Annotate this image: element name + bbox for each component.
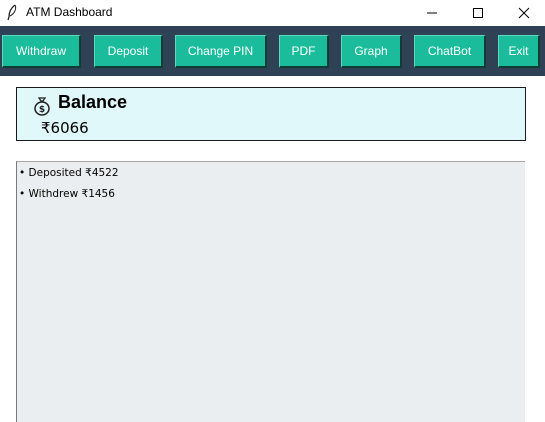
minimize-button[interactable] — [409, 0, 455, 26]
list-item: • Deposited ₹4522 — [19, 167, 119, 179]
toolbar: Withdraw Deposit Change PIN PDF Graph Ch… — [0, 26, 545, 76]
feather-icon — [7, 4, 17, 21]
pdf-button[interactable]: PDF — [279, 35, 329, 68]
balance-title: Balance — [58, 92, 128, 112]
graph-button[interactable]: Graph — [341, 35, 402, 68]
exit-button[interactable]: Exit — [498, 35, 540, 68]
transaction-history-list[interactable]: • Deposited ₹4522 • Withdrew ₹1456 — [16, 161, 525, 422]
minimize-icon — [427, 12, 437, 14]
maximize-icon — [473, 8, 483, 18]
chatbot-button[interactable]: ChatBot — [414, 35, 486, 68]
close-button[interactable] — [501, 0, 545, 26]
window-title: ATM Dashboard — [26, 5, 113, 19]
balance-amount: ₹6066 — [41, 119, 89, 137]
withdraw-button[interactable]: Withdraw — [2, 35, 81, 68]
list-item: • Withdrew ₹1456 — [19, 188, 115, 200]
title-bar: ATM Dashboard — [0, 0, 545, 26]
money-bag-icon: $ — [34, 97, 50, 116]
change-pin-button[interactable]: Change PIN — [175, 35, 267, 68]
close-icon — [518, 7, 530, 19]
balance-panel: $ Balance ₹6066 — [16, 87, 526, 141]
deposit-button[interactable]: Deposit — [94, 35, 163, 68]
svg-text:$: $ — [39, 105, 45, 115]
maximize-button[interactable] — [455, 0, 501, 26]
